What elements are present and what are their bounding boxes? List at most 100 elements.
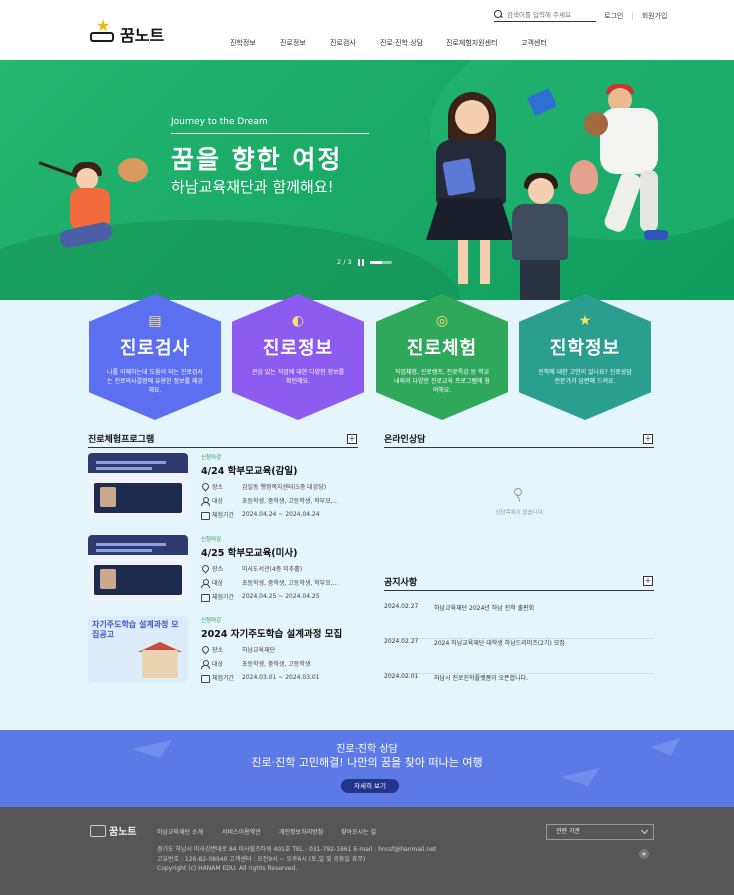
footer-info: 경기도 하남시 미사강변대로 84 미사힐즈타워 401호 TEL : 031-… bbox=[157, 845, 436, 874]
programs-title: 진로체험프로그램 bbox=[88, 435, 155, 445]
hero-divider bbox=[171, 133, 369, 134]
user-icon bbox=[201, 496, 210, 506]
signup-link[interactable]: 회원가입 bbox=[642, 11, 668, 21]
footer-copyright: Copyright (c) HANAM EDU. All rights Rese… bbox=[157, 865, 298, 872]
consult-empty-text: 상담목록이 없습니다. bbox=[495, 510, 545, 516]
star-icon: ★ bbox=[578, 313, 592, 329]
thumbnail-text: 자기주도학습 설계과정 모집공고 bbox=[92, 620, 179, 639]
glove-icon bbox=[584, 112, 608, 136]
footer-logo-text: 꿈노트 bbox=[109, 827, 137, 838]
footer-link-privacy[interactable]: 개인정보처리방침 bbox=[279, 827, 341, 836]
site-logo[interactable]: ★ 꿈노트 bbox=[90, 18, 165, 46]
banner-detail-button[interactable]: 자세히 보기 bbox=[341, 779, 399, 793]
banner-subtitle: 진로·진학 고민해결! 나만의 꿈을 찾아 떠나는 여행 bbox=[251, 756, 483, 769]
status-badge: 신청마감 bbox=[201, 618, 222, 624]
illustration-player-leg bbox=[640, 170, 658, 232]
program-item[interactable]: 신청마감 4/25 학부모교육(미사) 장소 미사도서관(4층 미추홀) 대상 초등… bbox=[88, 535, 358, 602]
program-period: 2024.04.24 ~ 2024.04.24 bbox=[242, 511, 320, 518]
program-title: 2024 자기주도학습 설계과정 모집 bbox=[201, 629, 343, 640]
program-item[interactable]: 자기주도학습 설계과정 모집공고 신청마감 2024 자기주도학습 설계과정 모… bbox=[88, 616, 358, 683]
nav-item-experience-center[interactable]: 진로체험지원센터 bbox=[446, 38, 521, 48]
notice-item[interactable]: 2024.02.27 2024 하남교육재단 대학생 하남드리머즈(2기) 모집 bbox=[384, 638, 654, 674]
related-sites-label: 관련 기관 bbox=[556, 828, 580, 835]
label: 장소 bbox=[212, 484, 224, 491]
logo-icon: ★ bbox=[90, 18, 116, 44]
program-target: 초등학생, 중학생, 고등학생, 학부모,… bbox=[242, 580, 339, 587]
illustration-painter-head bbox=[76, 168, 98, 190]
program-period: 2024.04.25 ~ 2024.04.25 bbox=[242, 593, 320, 600]
program-place: 하남교육재단 bbox=[242, 647, 276, 654]
location-icon bbox=[201, 483, 209, 491]
notice-text: 하남교육재단 2024년 하남 진학 출판회 bbox=[434, 605, 535, 612]
user-icon bbox=[201, 578, 210, 588]
empty-icon bbox=[512, 488, 526, 504]
logo-icon bbox=[90, 824, 106, 837]
illustration-player-shoe bbox=[644, 230, 668, 240]
label: 장소 bbox=[212, 647, 224, 654]
footer-link-directions[interactable]: 찾아오시는 길 bbox=[341, 827, 391, 836]
notice-item[interactable]: 2024.02.27 하남교육재단 2024년 하남 진학 출판회 bbox=[384, 603, 654, 639]
illustration-girl-skirt bbox=[426, 198, 514, 240]
illustration-girl-head bbox=[455, 100, 489, 134]
footer-biz: 고유번호 : 126-82-08940 고객센터 : 오전9시 ~ 오후6시 (… bbox=[157, 855, 366, 863]
consult-more-button[interactable]: + bbox=[643, 434, 653, 444]
hero-description: 하남교육재단과 함께해요! bbox=[171, 178, 334, 196]
footer-links: 하남교육재단 소개 서비스이용약관 개인정보처리방침 찾아오시는 길 bbox=[157, 827, 391, 836]
logo-text: 꿈노트 bbox=[120, 26, 165, 45]
nav-item-jinro-test[interactable]: 진로검사 bbox=[330, 38, 380, 48]
banner-title: 진로·진학 상담 bbox=[336, 744, 398, 755]
badge-icon: ● bbox=[639, 849, 649, 859]
nav-item-counseling[interactable]: 진로·진학 상담 bbox=[380, 38, 446, 48]
search-icon[interactable] bbox=[494, 10, 503, 19]
card-desc: 나를 이해하는데 도움이 되는 진로검사는 진로의사결정에 유용한 정보를 제공… bbox=[107, 369, 203, 394]
card-title: 진로정보 bbox=[262, 338, 334, 359]
notice-date: 2024.02.27 bbox=[384, 603, 419, 610]
program-target: 초등학생, 중학생, 고등학생, 학부모,… bbox=[242, 498, 339, 505]
login-link[interactable]: 로그인 bbox=[604, 11, 623, 21]
location-icon bbox=[201, 646, 209, 654]
label: 대상 bbox=[212, 580, 224, 587]
divider bbox=[384, 447, 654, 448]
location-icon bbox=[201, 565, 209, 573]
card-title: 진로체험 bbox=[406, 338, 478, 359]
hero-title: 꿈을 향한 여정 bbox=[171, 145, 343, 174]
hero-pager-count: 2 / 3 bbox=[337, 258, 352, 266]
card-desc: 직업체험, 진로캠프, 진로특강 등 학교 내외의 다양한 진로교육 프로그램에… bbox=[394, 369, 490, 394]
footer-link-terms[interactable]: 서비스이용약관 bbox=[222, 827, 279, 836]
notice-more-button[interactable]: + bbox=[643, 576, 653, 586]
illustration-girl-leg bbox=[480, 240, 490, 284]
utility-bar: 로그인 | 회원가입 bbox=[494, 10, 667, 22]
calendar-icon bbox=[201, 674, 210, 683]
programs-more-button[interactable]: + bbox=[347, 434, 357, 444]
footer-address: 경기도 하남시 미사강변대로 84 미사힐즈타워 401호 TEL : 031-… bbox=[157, 846, 437, 853]
card-desc: 관심 있는 직업에 대한 다양한 정보를 확인해요. bbox=[251, 369, 345, 385]
nav-item-jinro-info[interactable]: 진로정보 bbox=[280, 38, 330, 48]
notice-text: 2024 하남교육재단 대학생 하남드리머즈(2기) 모집 bbox=[434, 640, 565, 647]
program-place: 감일동 행정복지센터(5층 대강당) bbox=[242, 484, 327, 491]
label: 대상 bbox=[212, 498, 224, 505]
program-item[interactable]: 신청마감 4/24 학부모교육(감일) 장소 감일동 행정복지센터(5층 대강당)… bbox=[88, 453, 358, 520]
search-input[interactable] bbox=[507, 10, 593, 19]
notice-date: 2024.02.01 bbox=[384, 673, 419, 680]
card-title: 진학정보 bbox=[549, 338, 621, 359]
label: 체험기간 bbox=[212, 675, 235, 682]
pause-icon[interactable] bbox=[357, 258, 364, 266]
site-header: ★ 꿈노트 로그인 | 회원가입 진학정보 진로정보 진로검사 진로·진학 상담… bbox=[0, 0, 734, 60]
flask-icon bbox=[570, 160, 598, 194]
related-sites-select[interactable]: 관련 기관 bbox=[546, 824, 654, 840]
hero-subtitle: Journey to the Dream bbox=[171, 117, 268, 127]
calendar-icon bbox=[201, 511, 210, 520]
notice-item[interactable]: 2024.02.01 하남시 진로진학플랫폼이 오픈합니다. bbox=[384, 673, 654, 709]
footer-link-about[interactable]: 하남교육재단 소개 bbox=[157, 827, 222, 836]
status-badge: 신청마감 bbox=[201, 455, 222, 461]
footer-logo: 꿈노트 bbox=[90, 823, 137, 838]
notice-title: 공지사항 bbox=[384, 578, 418, 588]
illustration-boy-head bbox=[528, 178, 554, 204]
illustration-player-body bbox=[600, 108, 658, 174]
nav-item-customer-center[interactable]: 고객센터 bbox=[521, 38, 561, 48]
illustration-boy-legs bbox=[520, 260, 560, 300]
nav-item-jinhak-info[interactable]: 진학정보 bbox=[230, 38, 280, 48]
main-nav: 진학정보 진로정보 진로검사 진로·진학 상담 진로체험지원센터 고객센터 bbox=[230, 38, 561, 48]
label: 체험기간 bbox=[212, 512, 235, 519]
label: 체험기간 bbox=[212, 594, 235, 601]
